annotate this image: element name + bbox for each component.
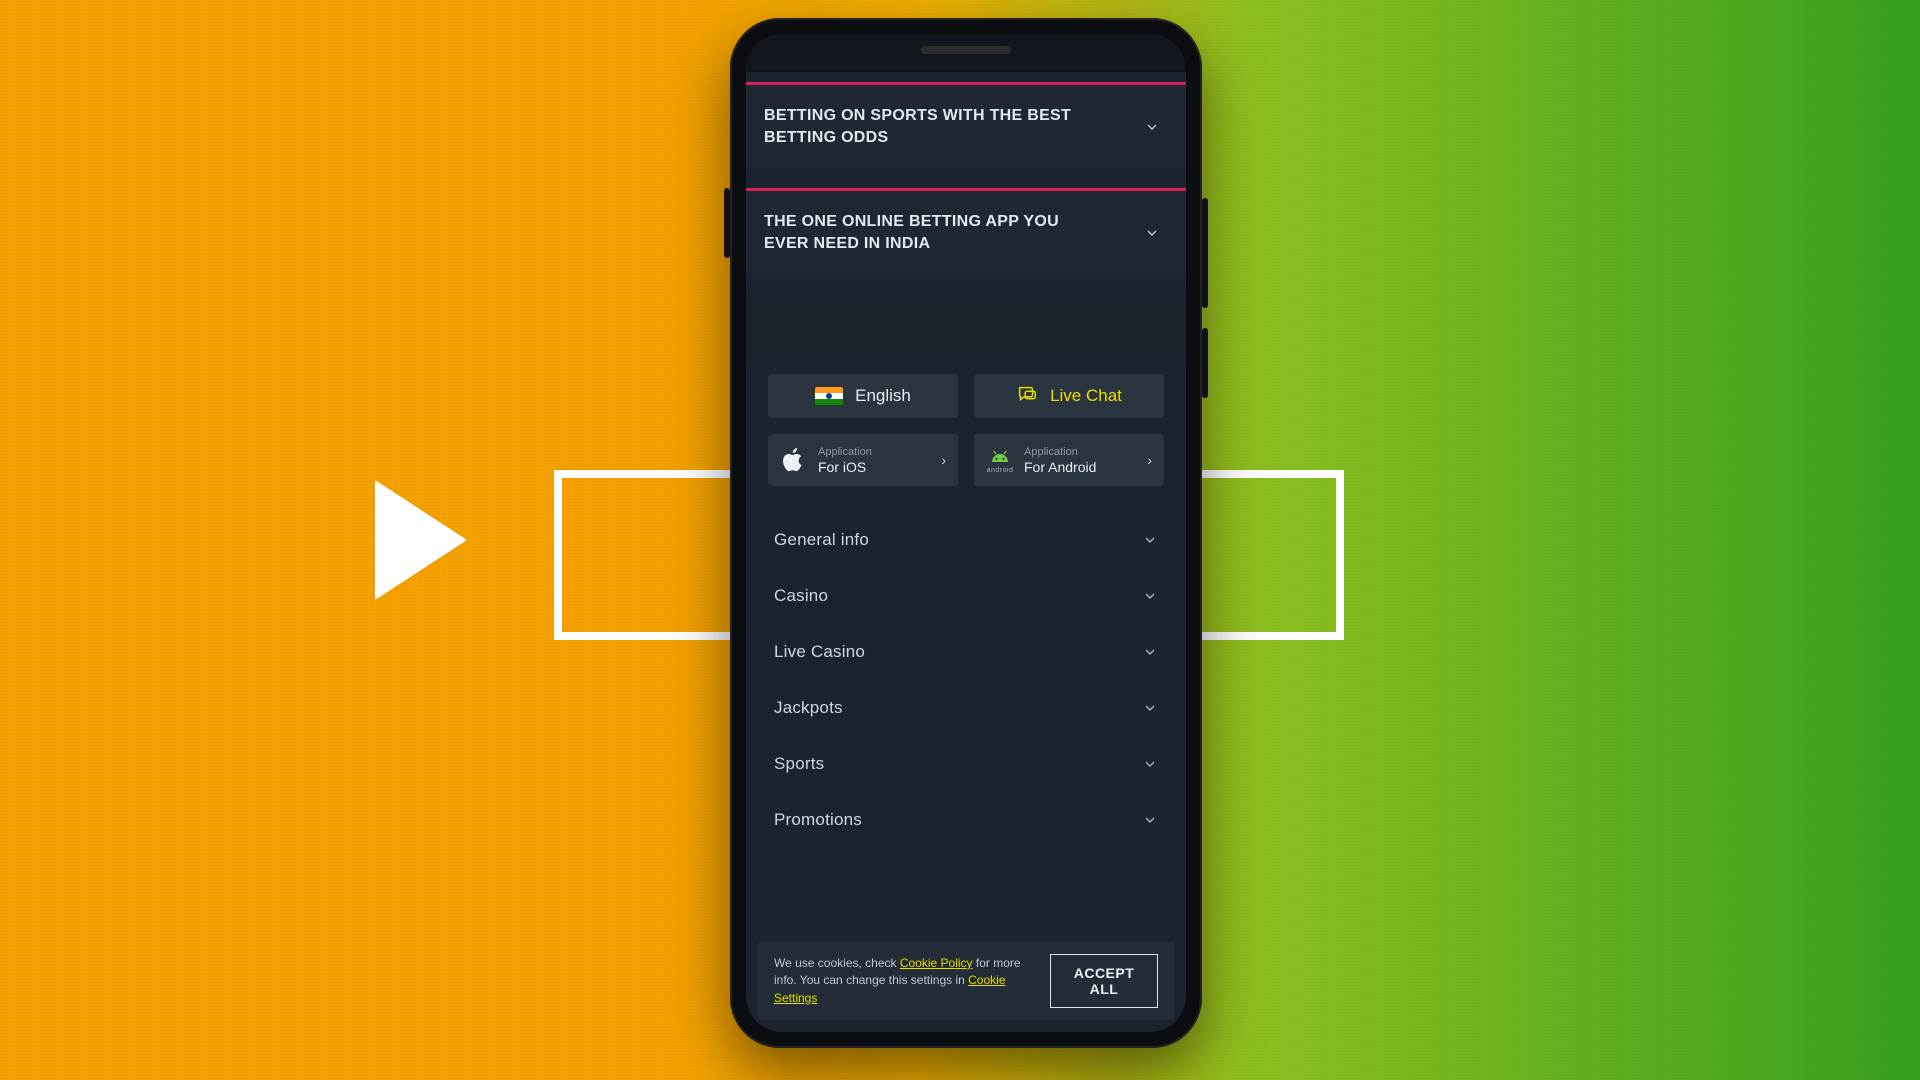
android-wordmark: android (987, 467, 1014, 474)
footer-link-label: Live Casino (774, 642, 865, 662)
cookie-text-prefix: We use cookies, check (774, 956, 900, 970)
page-scroll[interactable]: BETTING ON SPORTS WITH THE BEST BETTING … (746, 72, 1186, 1032)
apple-icon (782, 446, 806, 474)
footer-link-live-casino[interactable]: Live Casino (770, 624, 1162, 680)
footer-link-label: General info (774, 530, 869, 550)
phone-button-right-2 (1202, 328, 1208, 398)
language-button[interactable]: English (768, 374, 958, 418)
footer-link-jackpots[interactable]: Jackpots (770, 680, 1162, 736)
accordion-row-betting-odds[interactable]: BETTING ON SPORTS WITH THE BEST BETTING … (746, 85, 1186, 168)
phone-screen: BETTING ON SPORTS WITH THE BEST BETTING … (746, 34, 1186, 1032)
live-chat-label: Live Chat (1050, 386, 1122, 406)
footer-link-label: Sports (774, 754, 824, 774)
play-icon (375, 480, 467, 600)
chevron-right-icon: › (941, 452, 946, 468)
chevron-down-icon (1142, 756, 1158, 772)
cookie-message: We use cookies, check Cookie Policy for … (774, 955, 1034, 1007)
accordion-section: BETTING ON SPORTS WITH THE BEST BETTING … (746, 82, 1186, 168)
footer-link-sports[interactable]: Sports (770, 736, 1162, 792)
app-android-button[interactable]: android Application For Android › (974, 434, 1164, 486)
flag-india-icon (815, 387, 843, 405)
chevron-down-icon (1142, 644, 1158, 660)
status-bar (746, 34, 1186, 72)
chat-icon (1016, 383, 1038, 410)
phone-frame: BETTING ON SPORTS WITH THE BEST BETTING … (730, 18, 1202, 1048)
top-pill-row: English Live Chat (768, 374, 1164, 418)
cookie-policy-link[interactable]: Cookie Policy (900, 956, 973, 970)
phone-button-left (724, 188, 730, 258)
app-android-label: For Android (1024, 459, 1096, 475)
footer-link-general-info[interactable]: General info (770, 512, 1162, 568)
app-ios-button[interactable]: Application For iOS › (768, 434, 958, 486)
chevron-right-icon: › (1147, 452, 1152, 468)
chevron-down-icon (1142, 700, 1158, 716)
footer-link-label: Promotions (774, 810, 862, 830)
chevron-down-icon (1142, 588, 1158, 604)
accordion-row-betting-app-india[interactable]: THE ONE ONLINE BETTING APP YOU EVER NEED… (746, 191, 1186, 274)
footer-link-promotions[interactable]: Promotions (770, 792, 1162, 848)
footer-link-label: Casino (774, 586, 828, 606)
cookie-accept-button[interactable]: ACCEPT ALL (1050, 954, 1158, 1008)
accordion-title: BETTING ON SPORTS WITH THE BEST BETTING … (764, 105, 1104, 148)
accordion-title: THE ONE ONLINE BETTING APP YOU EVER NEED… (764, 211, 1104, 254)
chevron-down-icon (1142, 532, 1158, 548)
footer-area: English Live Chat (746, 364, 1186, 854)
phone-button-right-1 (1202, 198, 1208, 308)
android-icon: android (988, 446, 1012, 474)
chevron-down-icon (1144, 119, 1160, 135)
section-gap (746, 294, 1186, 364)
language-label: English (855, 386, 911, 406)
accordion-section: THE ONE ONLINE BETTING APP YOU EVER NEED… (746, 188, 1186, 274)
footer-links: General info Casino Live Casino Jac (768, 504, 1164, 854)
cookie-banner: We use cookies, check Cookie Policy for … (758, 942, 1174, 1020)
app-download-row: Application For iOS › android Appl (768, 434, 1164, 486)
footer-link-casino[interactable]: Casino (770, 568, 1162, 624)
chevron-down-icon (1144, 225, 1160, 241)
live-chat-button[interactable]: Live Chat (974, 374, 1164, 418)
stage: BETTING ON SPORTS WITH THE BEST BETTING … (0, 0, 1920, 1080)
app-sup-label: Application (1024, 446, 1096, 459)
footer-link-label: Jackpots (774, 698, 843, 718)
app-sup-label: Application (818, 446, 872, 459)
app-ios-label: For iOS (818, 459, 872, 475)
chevron-down-icon (1142, 812, 1158, 828)
